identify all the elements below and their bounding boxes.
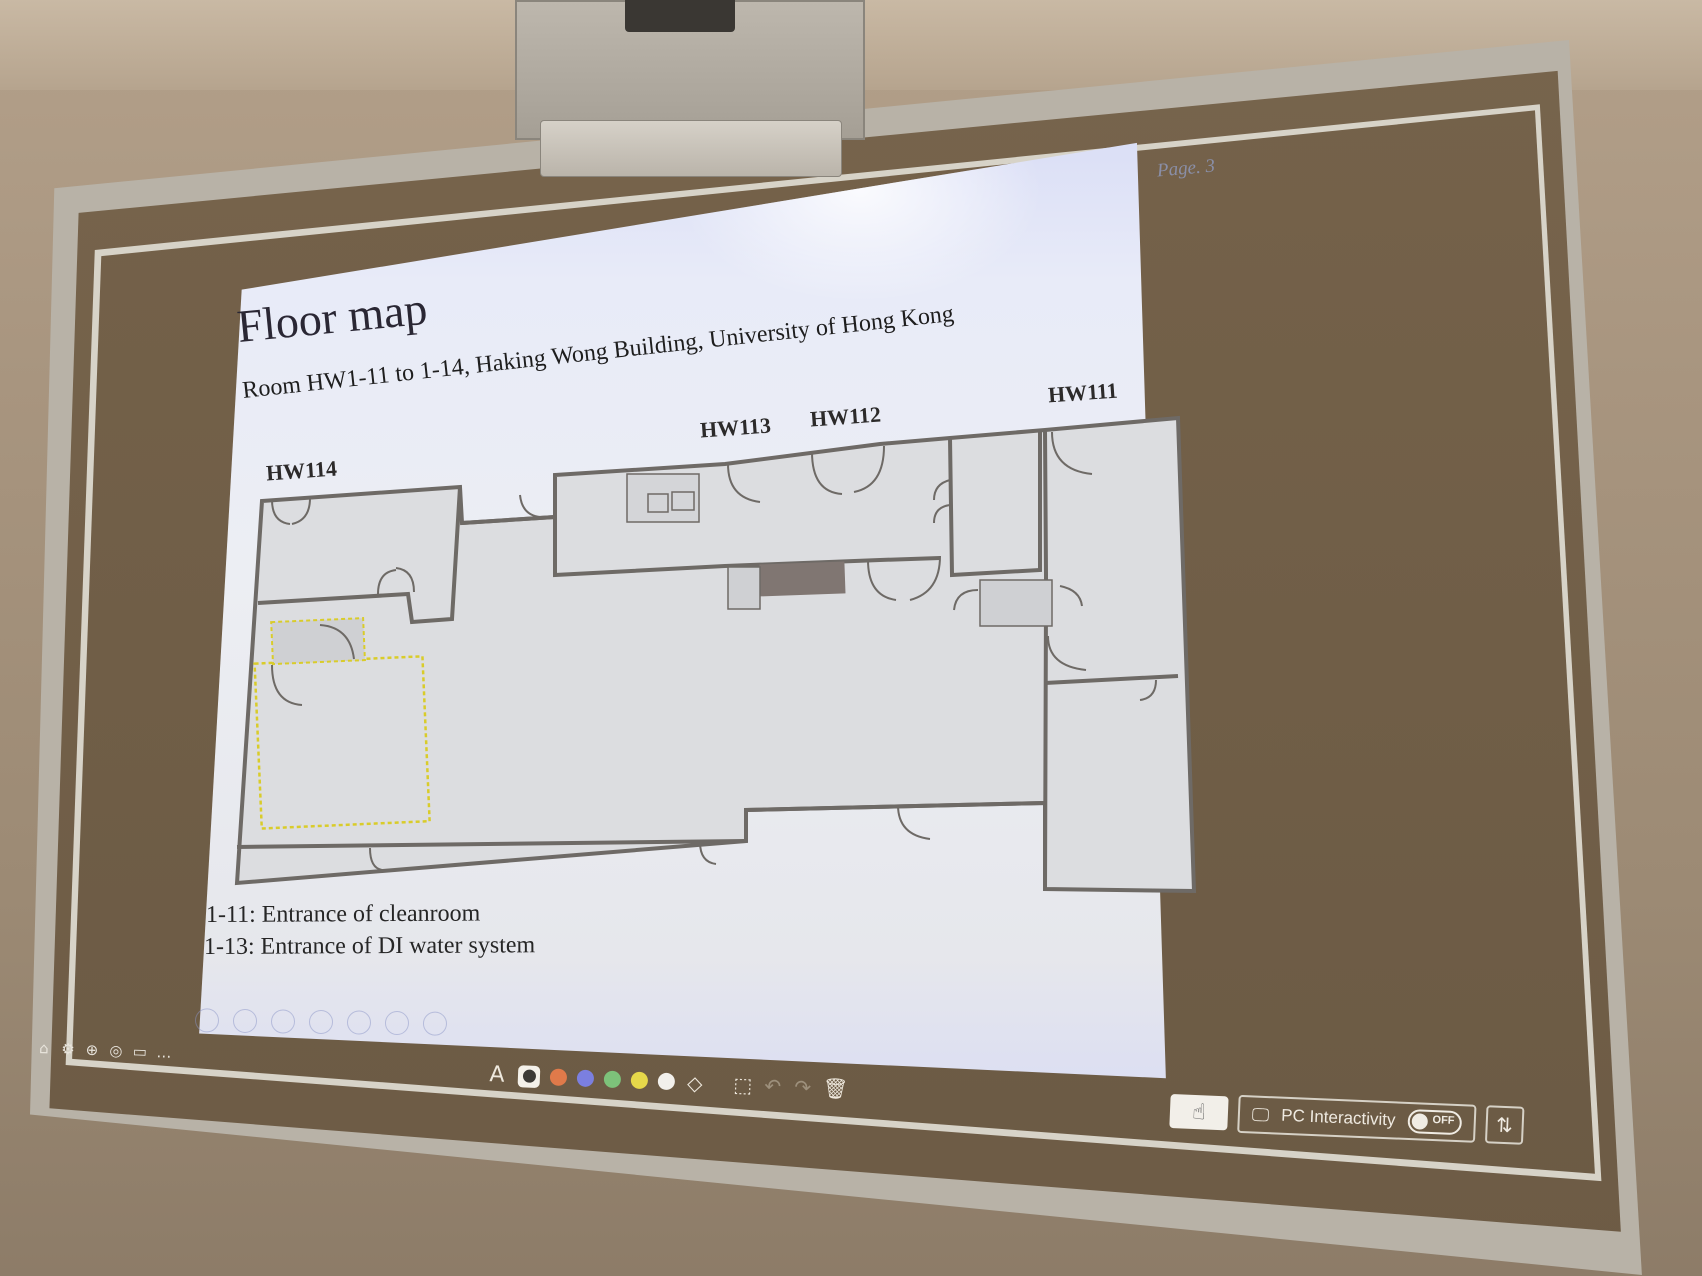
pen-color-white[interactable] bbox=[657, 1072, 676, 1091]
sink-unit bbox=[626, 473, 700, 523]
undo-icon[interactable]: ↶ bbox=[762, 1073, 783, 1098]
faint-tool-5 bbox=[346, 1010, 372, 1035]
select-icon[interactable]: ⬚ bbox=[732, 1072, 753, 1097]
faint-tool-2 bbox=[232, 1008, 258, 1034]
faint-tool-3 bbox=[270, 1009, 296, 1034]
eraser-icon[interactable]: ◇ bbox=[684, 1070, 705, 1095]
zoom-icon[interactable]: ⊕ bbox=[84, 1041, 101, 1059]
floor-plan bbox=[234, 415, 1197, 894]
equipment-block bbox=[759, 561, 846, 597]
cleanroom-entrance bbox=[270, 617, 366, 666]
room-label-hw112: HW112 bbox=[809, 401, 882, 432]
floor-plan-walls bbox=[234, 415, 1197, 894]
wall-hw111-left bbox=[1043, 429, 1048, 890]
redo-icon[interactable]: ↷ bbox=[792, 1074, 813, 1099]
pen-color-orange[interactable] bbox=[549, 1068, 568, 1087]
home-icon[interactable]: ⌂ bbox=[36, 1039, 53, 1057]
slide-faint-toolbar bbox=[194, 1008, 448, 1036]
pen-color-blue[interactable] bbox=[576, 1069, 595, 1088]
toggle-knob bbox=[1411, 1113, 1428, 1130]
faint-tool-1 bbox=[194, 1008, 220, 1033]
hand-pointer-button[interactable]: ☝ bbox=[1169, 1094, 1229, 1131]
trash-icon[interactable]: 🗑 bbox=[822, 1075, 848, 1100]
note-di-water: 1-13: Entrance of DI water system bbox=[203, 932, 536, 960]
note-cleanroom: 1-11: Entrance of cleanroom bbox=[205, 900, 481, 928]
room-label-hw111: HW111 bbox=[1047, 377, 1119, 408]
pc-interactivity-label: PC Interactivity bbox=[1280, 1105, 1396, 1130]
pen-color-yellow[interactable] bbox=[630, 1071, 649, 1090]
camera-icon[interactable]: ◎ bbox=[108, 1042, 125, 1060]
pen-color-black-swatch bbox=[522, 1069, 536, 1083]
door-corridor bbox=[519, 494, 541, 518]
room-label-hw114: HW114 bbox=[265, 455, 338, 486]
swap-icon[interactable]: ⇅ bbox=[1484, 1105, 1525, 1145]
cabinet-left bbox=[727, 566, 761, 610]
faint-tool-4 bbox=[308, 1009, 334, 1035]
faint-tool-6 bbox=[384, 1010, 410, 1036]
settings-icon[interactable]: ⚙ bbox=[60, 1040, 77, 1058]
cabinet-right bbox=[979, 579, 1053, 627]
pc-icon: 🖵 bbox=[1251, 1103, 1270, 1126]
faint-tool-7 bbox=[422, 1011, 448, 1036]
pen-color-green[interactable] bbox=[603, 1070, 622, 1089]
more-icon[interactable]: … bbox=[156, 1043, 173, 1062]
door-bottom-right bbox=[897, 804, 931, 840]
screen-icon[interactable]: ▭ bbox=[132, 1042, 149, 1060]
projected-slide: Page. 3 Floor map Room HW1-11 to 1-14, H… bbox=[0, 0, 1702, 1276]
pen-color-black[interactable] bbox=[517, 1064, 541, 1088]
pen-size-button[interactable]: A bbox=[486, 1062, 509, 1088]
toggle-state-label: OFF bbox=[1432, 1114, 1455, 1127]
pc-interactivity-toggle[interactable]: OFF bbox=[1406, 1108, 1462, 1136]
room-label-hw113: HW113 bbox=[699, 412, 772, 443]
outer-wall bbox=[234, 415, 1197, 894]
